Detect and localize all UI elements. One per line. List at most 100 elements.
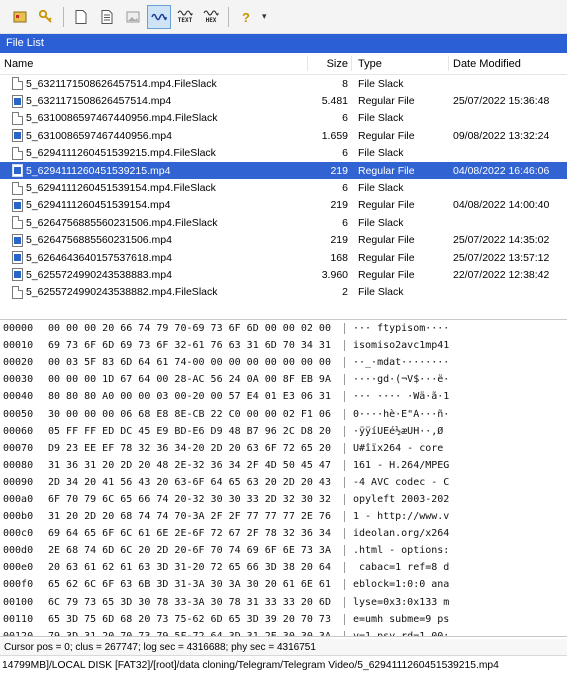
hex-view-label: HEX [205, 17, 217, 24]
file-name: 5_6264756885560231506.mp4 [26, 234, 172, 247]
hex-ascii[interactable]: Ù#îïx264 - core [344, 442, 559, 454]
file-name-cell: 5_6294111260451539154.mp4 [0, 198, 308, 212]
hex-ascii[interactable]: ·ÿÿíÜEé½æÙH··,Ø [344, 425, 559, 437]
key-button[interactable] [34, 5, 58, 29]
hex-ascii[interactable]: ··_·mdat········ [344, 357, 559, 369]
file-date-modified: 25/07/2022 15:36:48 [453, 95, 550, 108]
hex-row: 000a0 6F 70 79 6C 65 66 74 20-32 30 30 33… [0, 491, 567, 508]
file-row[interactable]: 5_6321171508626457514.mp4 5.481 Regular Fi… [0, 92, 567, 109]
hex-ascii[interactable]: cabac=1 ref=8 d [344, 562, 559, 574]
hex-ascii[interactable]: ··· ftypisom···· [344, 323, 559, 335]
hex-bytes[interactable]: 65 62 6C 6F 63 6B 3D 31-3A 30 3A 30 20 6… [42, 579, 344, 590]
file-row[interactable]: 5_6264643640157537618.mp4 168 Regular File… [0, 249, 567, 266]
help-icon: ? [242, 10, 250, 25]
file-type: Regular File [358, 199, 415, 212]
hex-bytes[interactable]: 69 73 6F 6D 69 73 6F 32-61 76 63 31 6D 7… [42, 340, 344, 351]
doc-view-button[interactable] [95, 5, 119, 29]
hex-ascii[interactable]: ····gd·(¬V$···ë· [344, 374, 559, 386]
text-view-label: TEXT [177, 17, 193, 24]
hex-offset: 00110 [3, 613, 34, 625]
file-name-cell: 5_6264756885560231506.mp4.FileSlack [0, 216, 308, 230]
hex-bytes[interactable]: 31 20 2D 20 68 74 74 70-3A 2F 2F 77 77 7… [42, 511, 344, 522]
hex-ascii[interactable]: opyleft 2003-202 [344, 493, 559, 505]
file-row[interactable]: 5_6255724990243538883.mp4 3.960 Regular Fi… [0, 266, 567, 283]
column-header-type[interactable]: Type [352, 53, 449, 74]
hex-bytes[interactable]: 31 36 31 20 2D 20 48 2E-32 36 34 2F 4D 5… [42, 460, 344, 471]
file-type: Regular File [358, 251, 415, 264]
file-row[interactable]: 5_6255724990243538882.mp4.FileSlack 2 File… [0, 284, 567, 301]
hex-ascii[interactable]: ··· ···· ·Wä·ã·1 [344, 391, 559, 403]
video-file-icon [12, 198, 23, 212]
hex-bytes[interactable]: 00 00 00 20 66 74 79 70-69 73 6F 6D 00 0… [42, 323, 344, 334]
hex-bytes[interactable]: 2D 34 20 41 56 43 20 63-6F 64 65 63 20 2… [42, 477, 344, 488]
hex-view-button[interactable]: HEX [199, 5, 223, 29]
hex-ascii[interactable]: 161 - H.264/MPEG [344, 459, 559, 471]
hex-bytes[interactable]: 6C 79 73 65 3D 30 78 33-3A 30 78 31 33 3… [42, 597, 344, 608]
file-type: Regular File [358, 234, 415, 247]
slack-file-icon [12, 77, 23, 91]
hex-bytes[interactable]: D9 23 EE EF 78 32 36 34-20 2D 20 63 6F 7… [42, 443, 344, 454]
file-name-cell: 5_6321171508626457514.mp4 [0, 94, 308, 108]
file-row[interactable]: 5_6294111260451539154.mp4 219 Regular File… [0, 197, 567, 214]
hex-bytes[interactable]: 30 00 00 00 06 68 E8 8E-CB 22 C0 00 00 0… [42, 409, 344, 420]
toolbar: TEXT HEX ? ▾ [0, 0, 567, 34]
file-type: File Slack [358, 216, 404, 229]
file-date-modified: 25/07/2022 14:35:02 [453, 234, 550, 247]
hex-bytes[interactable]: 65 3D 75 6D 68 20 73 75-62 6D 65 3D 39 2… [42, 614, 344, 625]
hex-offset: 000a0 [3, 493, 34, 505]
column-header-size[interactable]: Size [308, 53, 352, 74]
file-row[interactable]: 5_6264756885560231506.mp4.FileSlack 6 File… [0, 214, 567, 231]
file-row[interactable]: 5_6294111260451539215.mp4 219 Regular File… [0, 161, 567, 180]
hex-offset: 00040 [3, 391, 34, 403]
hex-row: 00110 65 3D 75 6D 68 20 73 75-62 6D 65 3D… [0, 611, 567, 628]
file-row[interactable]: 5_6310086597467440956.mp4.FileSlack 6 File… [0, 110, 567, 127]
hex-offset: 000b0 [3, 511, 34, 523]
properties-button[interactable] [8, 5, 32, 29]
file-row[interactable]: 5_6321171508626457514.mp4.FileSlack 8 File… [0, 75, 567, 92]
hex-ascii[interactable]: -4 AVC codec - C [344, 476, 559, 488]
hex-ascii[interactable]: 1 - http://www.v [344, 511, 559, 523]
blank-doc-button[interactable] [69, 5, 93, 29]
hex-ascii[interactable]: 0····hè·Ë"À···ñ· [344, 408, 559, 420]
hex-bytes[interactable]: 00 03 5F 83 6D 64 61 74-00 00 00 00 00 0… [42, 357, 344, 368]
file-name-cell: 5_6264756885560231506.mp4 [0, 233, 308, 247]
file-name: 5_6294111260451539154.mp4 [26, 199, 171, 212]
hex-viewer[interactable]: 00000 00 00 00 20 66 74 79 70-69 73 6F 6D… [0, 319, 567, 637]
hex-bytes[interactable]: 00 00 00 1D 67 64 00 28-AC 56 24 0A 00 8… [42, 374, 344, 385]
slack-file-icon [12, 285, 23, 299]
hex-offset: 000f0 [3, 579, 34, 591]
toolbar-dropdown-icon[interactable]: ▾ [262, 11, 267, 22]
hex-bytes[interactable]: 6F 70 79 6C 65 66 74 20-32 30 30 33 2D 3… [42, 494, 344, 505]
file-list: Name Size Type Date Modified 5_632117150… [0, 53, 567, 319]
file-type: File Slack [358, 182, 404, 195]
hex-bytes[interactable]: 2E 68 74 6D 6C 20 2D 20-6F 70 74 69 6F 6… [42, 545, 344, 556]
hex-bytes[interactable]: 05 FF FF ED DC 45 E9 BD-E6 D9 48 B7 96 2… [42, 426, 344, 437]
hex-ascii[interactable]: y=1 psy_rd=1.00: [344, 630, 559, 636]
wave-view-button[interactable] [147, 4, 171, 29]
hex-bytes[interactable]: 80 80 80 A0 00 00 03 00-20 00 57 E4 01 E… [42, 391, 344, 402]
svg-text:?: ? [242, 10, 250, 25]
file-name-cell: 5_6294111260451539215.mp4.FileSlack [0, 146, 308, 160]
file-type: Regular File [358, 129, 415, 142]
hex-ascii[interactable]: lyse=0x3:0x133 m [344, 596, 559, 608]
file-row[interactable]: 5_6310086597467440956.mp4 1.659 Regular Fi… [0, 127, 567, 144]
file-size: 219 [330, 164, 348, 177]
hex-ascii[interactable]: isomiso2avc1mp41 [344, 340, 559, 352]
file-row[interactable]: 5_6264756885560231506.mp4 219 Regular File… [0, 232, 567, 249]
hex-ascii[interactable]: e=umh subme=9 ps [344, 613, 559, 625]
hex-ascii[interactable]: .html - options: [344, 545, 559, 557]
column-header-date-modified[interactable]: Date Modified [449, 53, 567, 74]
file-row[interactable]: 5_6294111260451539215.mp4.FileSlack 6 File… [0, 145, 567, 162]
hex-bytes[interactable]: 20 63 61 62 61 63 3D 31-20 72 65 66 3D 3… [42, 562, 344, 573]
hex-ascii[interactable]: ideolan.org/x264 [344, 528, 559, 540]
column-header-name[interactable]: Name [0, 53, 308, 74]
picture-view-button[interactable] [121, 5, 145, 29]
text-view-button[interactable]: TEXT [173, 5, 197, 29]
file-rows: 5_6321171508626457514.mp4.FileSlack 8 File… [0, 75, 567, 301]
help-button[interactable]: ? [234, 5, 258, 29]
file-type: File Slack [358, 286, 404, 299]
hex-bytes[interactable]: 79 3D 31 20 70 73 79 5F-72 64 3D 31 2E 3… [42, 631, 344, 636]
hex-bytes[interactable]: 69 64 65 6F 6C 61 6E 2E-6F 72 67 2F 78 3… [42, 528, 344, 539]
file-row[interactable]: 5_6294111260451539154.mp4.FileSlack 6 File… [0, 179, 567, 196]
hex-ascii[interactable]: eblock=1:0:0 ana [344, 579, 559, 591]
